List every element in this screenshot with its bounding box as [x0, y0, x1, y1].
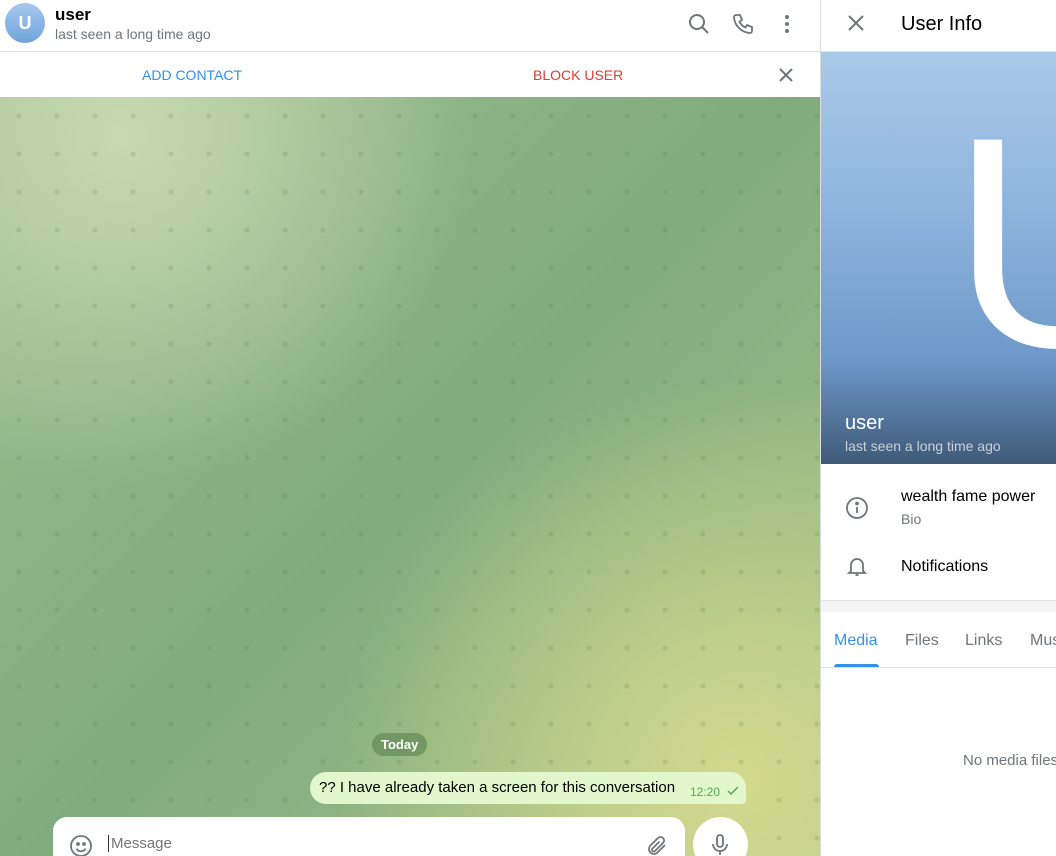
message-time: 12:20	[690, 785, 721, 799]
emoji-icon[interactable]	[69, 834, 93, 856]
profile-name: user	[845, 412, 884, 434]
chat-header: U user last seen a long time ago	[0, 0, 820, 52]
phone-icon[interactable]	[731, 12, 755, 36]
block-user-button[interactable]: BLOCK USER	[533, 67, 623, 83]
divider	[821, 600, 1056, 612]
mic-icon	[712, 834, 728, 855]
tab-links[interactable]: Links	[965, 632, 1002, 650]
message-bubble[interactable]: ?? I have already taken a screen for thi…	[310, 772, 746, 804]
message-text: ?? I have already taken a screen for thi…	[319, 779, 676, 796]
close-icon[interactable]	[847, 14, 865, 32]
message-composer	[53, 817, 685, 856]
info-header: User Info	[821, 0, 1056, 52]
attach-icon[interactable]	[645, 834, 669, 856]
more-vertical-icon[interactable]	[775, 12, 799, 36]
tab-music[interactable]: Music	[1030, 632, 1056, 650]
bio-row[interactable]: wealth fame power Bio	[821, 474, 1056, 538]
date-badge: Today	[372, 733, 428, 756]
avatar[interactable]: U	[5, 3, 45, 43]
chat-status: last seen a long time ago	[55, 26, 211, 42]
media-tabs: Media Files Links Music	[821, 612, 1056, 668]
empty-state-text: No media files	[963, 752, 1056, 769]
check-icon	[727, 786, 739, 796]
chat-title[interactable]: user	[55, 5, 91, 25]
close-icon[interactable]	[777, 66, 795, 84]
search-icon[interactable]	[687, 12, 711, 36]
tab-media[interactable]: Media	[834, 632, 878, 650]
avatar-letter: U	[951, 92, 1056, 392]
add-contact-button[interactable]: ADD CONTACT	[142, 67, 242, 83]
info-icon	[846, 497, 868, 519]
panel-title: User Info	[901, 13, 983, 35]
profile-status: last seen a long time ago	[845, 438, 1001, 454]
user-info-panel: User Info U user last seen a long time a…	[820, 0, 1056, 856]
notifications-row[interactable]: Notifications	[821, 544, 1056, 592]
notifications-label: Notifications	[901, 558, 989, 575]
bio-text: wealth fame power	[901, 488, 1036, 505]
action-bar: ADD CONTACT BLOCK USER	[0, 52, 820, 97]
tab-files[interactable]: Files	[905, 632, 939, 650]
bell-icon	[846, 558, 868, 576]
profile-photo[interactable]: U user last seen a long time ago	[821, 52, 1056, 464]
active-tab-indicator	[834, 664, 879, 667]
message-input[interactable]	[108, 835, 608, 852]
bio-label: Bio	[901, 511, 922, 527]
chat-panel: U user last seen a long time ago ADD CON…	[0, 0, 820, 856]
